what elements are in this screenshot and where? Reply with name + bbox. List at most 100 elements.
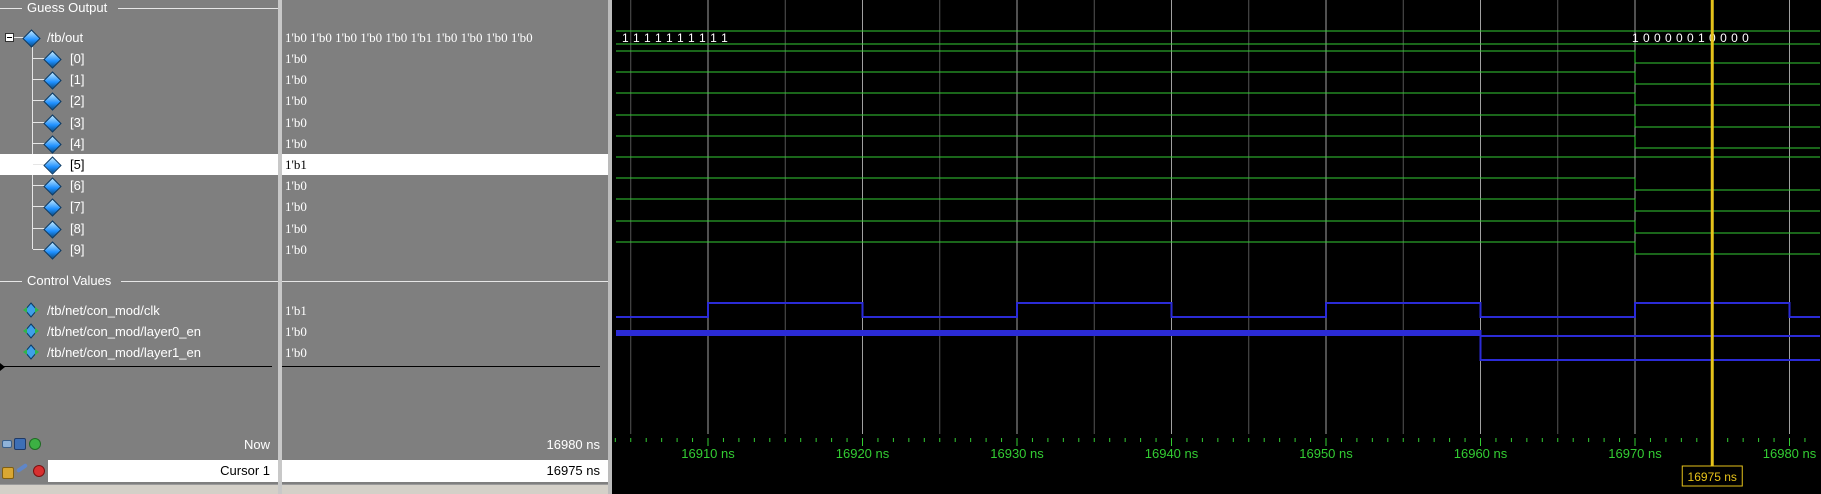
value-row-bit[interactable]: 1'b0	[282, 196, 608, 217]
cursor-value: 16975 ns	[546, 463, 601, 478]
cursor-name-field[interactable]: Cursor 1	[48, 460, 278, 482]
signal-row-bit[interactable]: [4]	[0, 133, 278, 154]
timeline-tick-label: 16970 ns	[1608, 446, 1662, 461]
value-row-bit[interactable]: 1'b0	[282, 133, 608, 154]
lock-icon[interactable]	[2, 467, 14, 479]
bit-wave	[616, 50, 1820, 64]
value-row-bit[interactable]: 1'b1	[282, 154, 608, 175]
signal-value: 1'b0 1'b0 1'b0 1'b0 1'b0 1'b1 1'b0 1'b0 …	[285, 30, 533, 45]
cursor-label: Cursor 1	[220, 463, 270, 478]
signal-value: 1'b0	[285, 93, 307, 108]
value-row-control[interactable]: 1'b0	[282, 342, 608, 363]
cursor-value-row[interactable]: 16975 ns	[282, 458, 608, 484]
add-cursor-icon[interactable]	[29, 438, 41, 450]
signal-name: [9]	[70, 242, 85, 257]
group-divider	[282, 281, 608, 282]
value-row-bit[interactable]: 1'b0	[282, 90, 608, 111]
signal-name: [7]	[70, 199, 85, 214]
cursor-value-field[interactable]: 16975 ns	[282, 460, 608, 482]
value-row-bit[interactable]: 1'b0	[282, 48, 608, 69]
signal-name: [5]	[70, 157, 85, 172]
value-row-control[interactable]: 1'b1	[282, 300, 608, 321]
signal-name: [0]	[70, 51, 85, 66]
bit-wave	[616, 92, 1820, 106]
signal-diamond-icon	[43, 135, 62, 154]
signal-value: 1'b0	[285, 242, 307, 257]
signal-name: /tb/out	[47, 30, 84, 45]
signal-row-control[interactable]: /tb/net/con_mod/layer0_en	[0, 321, 278, 342]
signal-row-bit[interactable]: [5]	[0, 154, 278, 175]
insertion-line	[282, 366, 600, 367]
signal-row-bit[interactable]: [2]	[0, 90, 278, 111]
signal-row-control[interactable]: /tb/net/con_mod/layer1_en	[0, 342, 278, 363]
bit-wave	[616, 241, 1820, 255]
signal-row-bit[interactable]: [3]	[0, 112, 278, 133]
wave-tools-icon[interactable]	[2, 440, 12, 448]
signal-value: 1'b0	[285, 115, 307, 130]
signal-row-bit[interactable]: [7]	[0, 196, 278, 217]
group-divider	[0, 8, 22, 9]
delete-cursor-icon[interactable]	[33, 465, 45, 477]
value-row-bit[interactable]: 1'b0	[282, 112, 608, 133]
collapse-icon[interactable]	[5, 33, 14, 42]
signal-row-bit[interactable]: [1]	[0, 69, 278, 90]
signal-row-control[interactable]: /tb/net/con_mod/clk	[0, 300, 278, 321]
signal-value: 1'b0	[285, 136, 307, 151]
cursor-time-label: 16975 ns	[1688, 470, 1737, 484]
timeline-tick-label: 16930 ns	[990, 446, 1044, 461]
group-divider	[0, 281, 22, 282]
bit-wave	[616, 220, 1820, 234]
timeline-canvas[interactable]: 16910 ns 16920 ns 16930 ns 16940 ns 16950 ns…	[583, 434, 1821, 490]
cursor-values-pane: 16980 ns 16975 ns	[282, 432, 608, 494]
value-row-bit[interactable]: 1'b0	[282, 218, 608, 239]
horizontal-scrollbar[interactable]	[0, 484, 278, 494]
timeline-tick-label: 16940 ns	[1145, 446, 1199, 461]
timeline-ruler[interactable]: 16910 ns 16920 ns 16930 ns 16940 ns 16950 ns…	[583, 434, 1821, 490]
value-row-control[interactable]: 1'b0	[282, 321, 608, 342]
signal-diamond-icon	[43, 198, 62, 217]
signal-value: 1'b0	[285, 72, 307, 87]
value-row-out[interactable]: 1'b0 1'b0 1'b0 1'b0 1'b0 1'b1 1'b0 1'b0 …	[282, 27, 608, 48]
group-header-guess-output[interactable]: Guess Output	[27, 0, 107, 18]
insertion-line	[0, 366, 272, 367]
signal-diamond-icon	[43, 220, 62, 239]
signal-value: 1'b1	[285, 157, 307, 172]
signal-name: /tb/net/con_mod/layer1_en	[47, 345, 201, 360]
signal-diamond-icon	[43, 241, 62, 260]
signal-diamond-icon	[43, 177, 62, 196]
horizontal-scrollbar[interactable]	[282, 484, 608, 494]
signal-row-out[interactable]: /tb/out	[0, 27, 278, 48]
timeline-tick-label: 16920 ns	[836, 446, 890, 461]
signal-diamond-icon	[22, 29, 41, 48]
signal-diamond-icon	[43, 50, 62, 69]
value-row-bit[interactable]: 1'b0	[282, 175, 608, 196]
waveform-canvas[interactable]: 1 1 1 1 1 1 1 1 1 1 1 0 0 0 0 0 1 0 0 0 0	[612, 0, 1821, 434]
value-row-bit[interactable]: 1'b0	[282, 239, 608, 260]
signal-values-pane[interactable]: 1'b0 1'b0 1'b0 1'b0 1'b0 1'b1 1'b0 1'b0 …	[282, 0, 608, 432]
signal-row-bit[interactable]: [8]	[0, 218, 278, 239]
signal-value: 1'b0	[285, 199, 307, 214]
signal-value: 1'b0	[285, 324, 307, 339]
waveform-pane[interactable]: 1 1 1 1 1 1 1 1 1 1 1 0 0 0 0 0 1 0 0 0 0	[612, 0, 1821, 434]
signal-name: /tb/net/con_mod/clk	[47, 303, 160, 318]
signal-value: 1'b0	[285, 345, 307, 360]
cursor-window-icon[interactable]	[14, 438, 26, 450]
bus-label-before: 1 1 1 1 1 1 1 1 1 1	[622, 31, 728, 45]
value-row-bit[interactable]: 1'b0	[282, 69, 608, 90]
signal-diamond-icon	[43, 71, 62, 90]
group-header-control-values[interactable]: Control Values	[27, 270, 111, 291]
in-out-signal-icon	[23, 323, 39, 339]
signal-name: [2]	[70, 93, 85, 108]
signal-row-bit[interactable]: [6]	[0, 175, 278, 196]
group-divider	[118, 8, 278, 9]
signal-names-pane[interactable]: Guess Output /tb/out [0] [1] [2] [3] [4] [5] […	[0, 0, 278, 432]
in-out-signal-icon	[23, 344, 39, 360]
signal-name: [4]	[70, 136, 85, 151]
signal-value: 1'b0	[285, 221, 307, 236]
signal-row-bit[interactable]: [9]	[0, 239, 278, 260]
edit-cursor-icon[interactable]	[15, 462, 29, 474]
signal-row-bit[interactable]: [0]	[0, 48, 278, 69]
group-divider	[121, 281, 278, 282]
cursor-row[interactable]: Cursor 1	[0, 458, 278, 484]
now-value-row: 16980 ns	[282, 432, 608, 458]
